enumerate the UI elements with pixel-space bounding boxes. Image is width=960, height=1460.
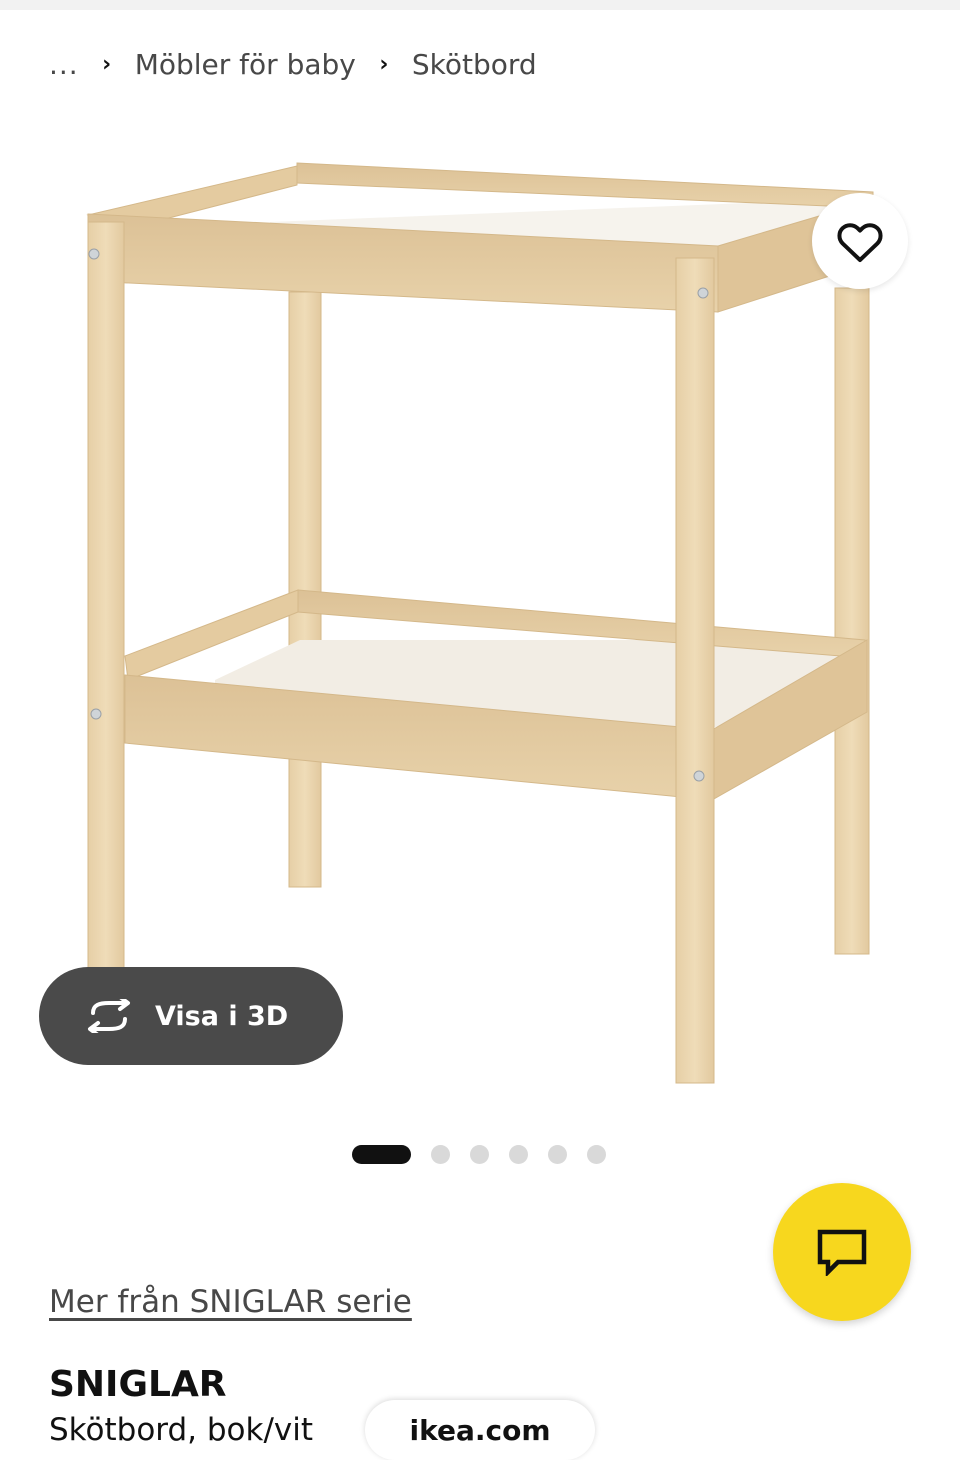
chevron-right-icon: › bbox=[379, 51, 389, 77]
product-image[interactable] bbox=[80, 140, 900, 1100]
carousel-dot[interactable] bbox=[431, 1144, 450, 1164]
series-link[interactable]: Mer från SNIGLAR serie bbox=[49, 1284, 412, 1320]
carousel-dot[interactable] bbox=[587, 1144, 606, 1164]
rotate-3d-icon bbox=[83, 996, 135, 1036]
chevron-right-icon: › bbox=[102, 51, 112, 77]
carousel-dot[interactable] bbox=[509, 1144, 528, 1164]
breadcrumb-item-skotbord[interactable]: Skötbord bbox=[412, 48, 537, 81]
breadcrumb-ellipsis[interactable]: ... bbox=[49, 48, 79, 81]
favorite-button[interactable] bbox=[812, 193, 908, 289]
breadcrumb: ... › Möbler för baby › Skötbord bbox=[49, 44, 537, 84]
breadcrumb-item-mobler-for-baby[interactable]: Möbler för baby bbox=[135, 48, 356, 81]
heart-icon bbox=[837, 223, 883, 262]
product-description: Skötbord, bok/vit bbox=[49, 1412, 314, 1448]
browser-url-bar[interactable]: ikea.com bbox=[365, 1400, 595, 1460]
carousel-dot[interactable] bbox=[548, 1144, 567, 1164]
carousel-dot-active[interactable] bbox=[352, 1144, 411, 1164]
url-text: ikea.com bbox=[409, 1414, 551, 1447]
carousel-dot[interactable] bbox=[470, 1144, 489, 1164]
view-in-3d-label: Visa i 3D bbox=[155, 1000, 289, 1032]
status-strip bbox=[0, 0, 960, 10]
chat-button[interactable] bbox=[773, 1183, 911, 1321]
carousel-indicator bbox=[352, 1143, 626, 1165]
view-in-3d-button[interactable]: Visa i 3D bbox=[39, 967, 343, 1065]
product-name: SNIGLAR bbox=[49, 1364, 227, 1405]
chat-icon bbox=[817, 1229, 867, 1276]
